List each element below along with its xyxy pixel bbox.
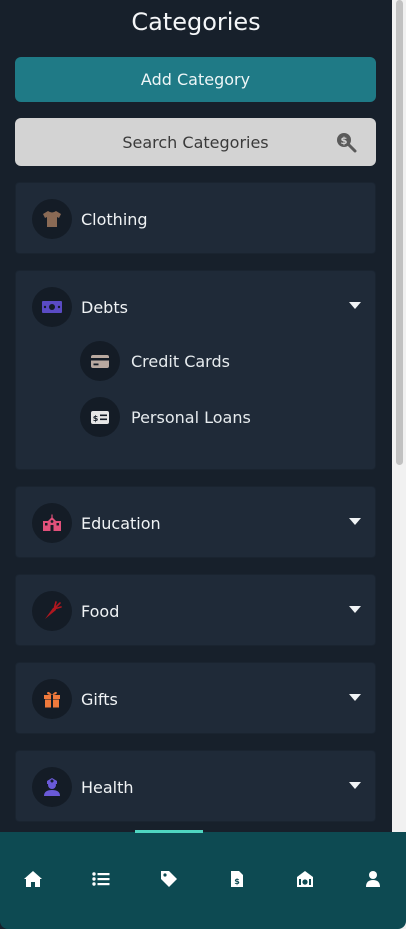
category-name: Food	[81, 601, 120, 621]
user-icon	[366, 871, 380, 887]
money-check-icon: $	[91, 410, 109, 424]
category-card-gifts[interactable]: Gifts	[15, 662, 376, 734]
scrollbar-thumb[interactable]	[396, 0, 403, 465]
category-icon-wrap	[32, 591, 72, 631]
carrot-icon	[45, 601, 62, 619]
page-title: Categories	[131, 8, 261, 36]
credit-card-icon	[91, 354, 109, 368]
chevron-down-icon[interactable]	[349, 782, 361, 790]
active-tab-indicator	[135, 830, 203, 833]
nav-profile[interactable]	[362, 868, 384, 890]
nav-categories[interactable]	[158, 868, 180, 890]
category-card-health[interactable]: Health	[15, 750, 376, 822]
search-bar: $	[15, 118, 376, 166]
category-icon-wrap	[32, 767, 72, 807]
category-icon-wrap	[32, 287, 72, 327]
bottom-nav: $	[0, 830, 406, 929]
nav-savings[interactable]	[294, 868, 316, 890]
category-card-debts[interactable]: Debts Credit Cards $ Personal Loans	[15, 270, 376, 470]
svg-text:$: $	[234, 877, 240, 886]
school-icon	[43, 514, 61, 531]
subcategory-icon-wrap: $	[80, 397, 120, 437]
chevron-down-icon[interactable]	[349, 694, 361, 702]
category-name: Gifts	[81, 689, 118, 709]
category-icon-wrap	[32, 679, 72, 719]
chevron-down-icon[interactable]	[349, 302, 361, 310]
shirt-icon	[43, 211, 61, 227]
list-icon	[92, 872, 110, 886]
app-container: Categories Add Category $ Clothing	[0, 0, 392, 929]
category-card-food[interactable]: Food	[15, 574, 376, 646]
search-dollar-icon[interactable]: $	[334, 130, 358, 154]
nav-list[interactable]	[90, 868, 112, 890]
search-input[interactable]	[15, 118, 376, 166]
receipt-icon: $	[231, 871, 243, 887]
gift-icon	[44, 691, 60, 708]
svg-text:$: $	[93, 414, 99, 423]
category-name: Health	[81, 777, 134, 797]
subcategory-name: Personal Loans	[131, 407, 251, 427]
subcategory-name: Credit Cards	[131, 351, 230, 371]
category-name: Clothing	[81, 209, 148, 229]
subcategory-icon-wrap	[80, 341, 120, 381]
chevron-down-icon[interactable]	[349, 606, 361, 614]
nav-home[interactable]	[22, 868, 44, 890]
money-bill-icon	[42, 301, 62, 313]
chevron-down-icon[interactable]	[349, 518, 361, 526]
nav-bills[interactable]: $	[226, 868, 248, 890]
subcategory-item-credit-cards[interactable]: Credit Cards	[80, 339, 230, 383]
svg-text:$: $	[341, 136, 348, 147]
subcategory-item-personal-loans[interactable]: $ Personal Loans	[80, 395, 251, 439]
add-category-button[interactable]: Add Category	[15, 57, 376, 102]
user-nurse-icon	[44, 778, 60, 796]
tag-icon	[161, 871, 177, 887]
category-name: Debts	[81, 297, 128, 317]
piggy-bank-icon	[297, 871, 313, 887]
category-icon-wrap	[32, 503, 72, 543]
category-card-education[interactable]: Education	[15, 486, 376, 558]
category-icon-wrap	[32, 199, 72, 239]
category-name: Education	[81, 513, 161, 533]
category-card-clothing[interactable]: Clothing	[15, 182, 376, 254]
home-icon	[24, 871, 42, 887]
